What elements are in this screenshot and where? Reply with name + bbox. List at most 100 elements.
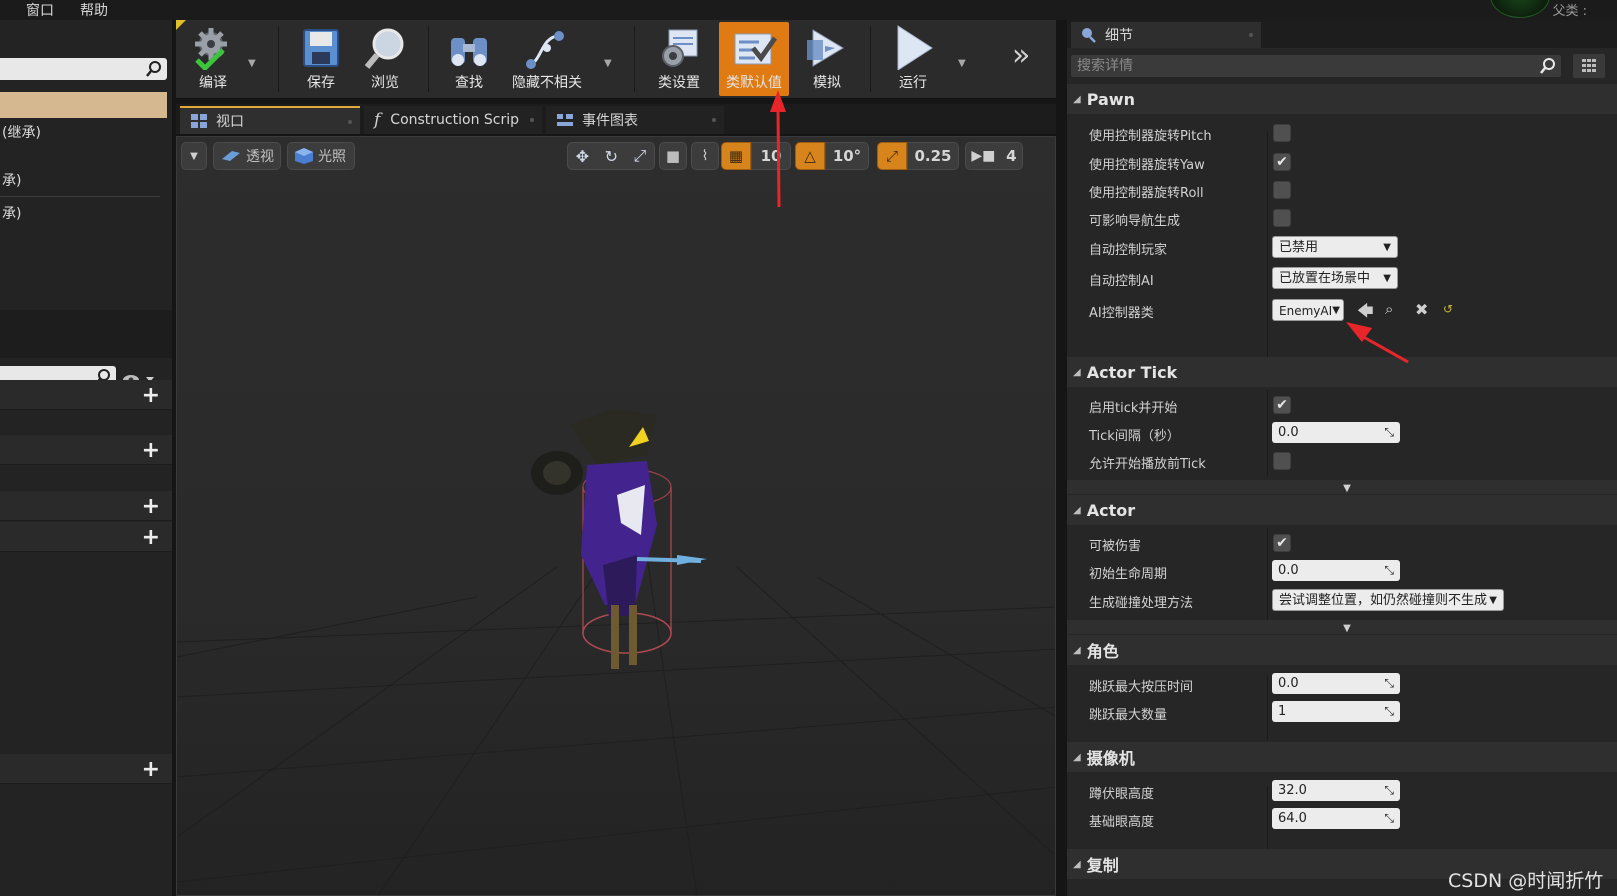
tab-event-graph-label: 事件图表: [582, 113, 638, 129]
component-item[interactable]: 承): [2, 203, 21, 223]
lighting-mode-button[interactable]: 光照: [287, 142, 355, 170]
play-button[interactable]: 运行: [882, 22, 944, 96]
collapse-triangle-icon: ◢: [1073, 644, 1081, 656]
grid-snap-toggle[interactable]: ▦: [721, 142, 751, 170]
tab-close-icon[interactable]: [1249, 33, 1253, 37]
compile-button[interactable]: 编译: [184, 22, 242, 96]
perspective-button[interactable]: 透视: [213, 142, 281, 170]
spin-arrows-icon: ⤡: [1384, 563, 1394, 577]
clear-icon[interactable]: ✖: [1415, 300, 1428, 319]
chevron-down-icon[interactable]: ▼: [958, 58, 966, 69]
watermark: CSDN @时闻折竹: [1448, 870, 1604, 892]
menu-help[interactable]: 帮助: [80, 0, 108, 20]
class-defaults-label: 类默认值: [726, 75, 782, 91]
scale-icon[interactable]: ⤢: [633, 146, 646, 166]
translate-icon[interactable]: ✥: [576, 147, 589, 166]
editor-tab-bar: 视口 f Construction Scrip 事件图表: [176, 104, 1056, 134]
toolbar-overflow-icon[interactable]: »: [1012, 38, 1030, 73]
section-pawn[interactable]: ◢ Pawn: [1067, 84, 1617, 114]
component-item[interactable]: (继承): [2, 122, 41, 142]
jump-max-count-input[interactable]: 1 ⤡: [1272, 701, 1400, 722]
crouched-eye-height-input[interactable]: 32.0 ⤡: [1272, 780, 1400, 801]
rotation-snap-value[interactable]: 10°: [825, 142, 869, 170]
property-label: 基础眼高度: [1089, 815, 1155, 830]
class-defaults-icon: [734, 33, 778, 65]
collapse-triangle-icon: ◢: [1073, 504, 1081, 516]
hide-unrelated-button[interactable]: 隐藏不相关: [506, 22, 588, 96]
add-icon[interactable]: +: [142, 525, 160, 550]
use-controller-yaw-checkbox[interactable]: ✔: [1273, 153, 1291, 171]
component-item[interactable]: 承): [2, 170, 21, 190]
jump-max-hold-time-input[interactable]: 0.0 ⤡: [1272, 673, 1400, 694]
ai-controller-class-dropdown[interactable]: EnemyAI ▼: [1272, 299, 1344, 321]
tab-event-graph[interactable]: 事件图表: [546, 106, 724, 134]
tab-close-icon[interactable]: [712, 118, 716, 122]
surface-snap-toggle[interactable]: ⌇: [691, 142, 719, 170]
save-button[interactable]: 保存: [292, 22, 350, 96]
camera-speed-number: 4: [1006, 147, 1017, 165]
rotate-icon[interactable]: ↻: [605, 147, 618, 166]
section-character[interactable]: ◢ 角色: [1067, 635, 1617, 665]
browse-button[interactable]: 浏览: [356, 22, 414, 96]
can-affect-navigation-checkbox[interactable]: [1273, 209, 1291, 227]
tab-close-icon[interactable]: [348, 120, 352, 124]
camera-speed-button[interactable]: ▶■ 4: [965, 142, 1023, 170]
components-search-input[interactable]: [0, 58, 167, 80]
class-defaults-button[interactable]: 类默认值: [719, 22, 789, 96]
menu-window[interactable]: 窗口: [26, 0, 54, 20]
use-controller-roll-checkbox[interactable]: [1273, 181, 1291, 199]
view-options-button[interactable]: [1573, 54, 1605, 78]
details-search-input[interactable]: 搜索详情: [1071, 55, 1561, 77]
advanced-expander[interactable]: ▼: [1067, 480, 1617, 494]
advanced-expander[interactable]: ▼: [1067, 620, 1617, 634]
rotation-snap-toggle[interactable]: △: [795, 142, 825, 170]
add-icon[interactable]: +: [142, 757, 160, 782]
add-icon[interactable]: +: [142, 438, 160, 463]
base-eye-height-input[interactable]: 64.0 ⤡: [1272, 808, 1400, 829]
selected-component[interactable]: [0, 92, 167, 118]
can-be-damaged-checkbox[interactable]: ✔: [1273, 534, 1291, 552]
spawn-collision-dropdown[interactable]: 尝试调整位置，如仍然碰撞则不生成 ▼: [1272, 589, 1504, 611]
divider: [870, 26, 871, 92]
character-preview: [531, 409, 707, 669]
add-icon[interactable]: +: [142, 383, 160, 408]
tab-viewport-label: 视口: [216, 114, 244, 130]
auto-possess-player-dropdown[interactable]: 已禁用 ▼: [1272, 236, 1398, 258]
tab-viewport[interactable]: 视口: [180, 106, 360, 134]
auto-possess-ai-dropdown[interactable]: 已放置在场景中 ▼: [1272, 267, 1398, 289]
tick-interval-input[interactable]: 0.0 ⤡: [1272, 422, 1400, 443]
scale-snap-toggle[interactable]: ⤢: [877, 142, 907, 170]
viewport[interactable]: ▼ 透视 光照 ✥ ↻ ⤢ ■ ⌇ ▦ 10 △ 10° ⤢ 0.25 ▶■ 4: [176, 136, 1056, 896]
chevron-down-icon[interactable]: ▼: [248, 58, 256, 69]
use-selected-arrow-icon[interactable]: 🡄: [1357, 300, 1374, 327]
chevron-down-icon[interactable]: ▼: [604, 58, 612, 69]
tab-construction-script[interactable]: f Construction Scrip: [364, 106, 542, 134]
add-section-row: +: [0, 380, 172, 410]
tab-details[interactable]: 细节: [1071, 22, 1261, 48]
scale-snap-value[interactable]: 0.25: [907, 142, 959, 170]
viewport-options-button[interactable]: ▼: [181, 142, 207, 170]
property-label: 可被伤害: [1089, 539, 1142, 554]
start-with-tick-checkbox[interactable]: ✔: [1273, 396, 1291, 414]
section-camera[interactable]: ◢ 摄像机: [1067, 742, 1617, 772]
class-settings-button[interactable]: 类设置: [648, 22, 710, 96]
section-actor-tick[interactable]: ◢ Actor Tick: [1067, 357, 1617, 387]
property-label: 跳跃最大按压时间: [1089, 680, 1194, 695]
allow-tick-before-play-checkbox[interactable]: [1273, 452, 1291, 470]
chevron-down-icon: ▼: [1489, 595, 1497, 606]
add-icon[interactable]: +: [142, 494, 160, 519]
world-local-toggle[interactable]: ■: [659, 142, 687, 170]
browse-label: 浏览: [371, 75, 399, 91]
collapse-triangle-icon: ◢: [1073, 366, 1081, 378]
reset-to-default-icon[interactable]: ↺: [1443, 302, 1453, 316]
use-controller-pitch-checkbox[interactable]: [1273, 124, 1291, 142]
grid-snap-value[interactable]: 10: [751, 142, 791, 170]
section-actor[interactable]: ◢ Actor: [1067, 495, 1617, 525]
browse-asset-icon[interactable]: ⌕: [1385, 300, 1393, 318]
chevron-down-icon: ▼: [1383, 242, 1391, 253]
initial-lifespan-input[interactable]: 0.0 ⤡: [1272, 560, 1400, 581]
details-title: 细节: [1105, 28, 1133, 44]
tab-close-icon[interactable]: [530, 118, 534, 122]
simulate-button[interactable]: 模拟: [796, 22, 858, 96]
find-button[interactable]: 查找: [440, 22, 498, 96]
